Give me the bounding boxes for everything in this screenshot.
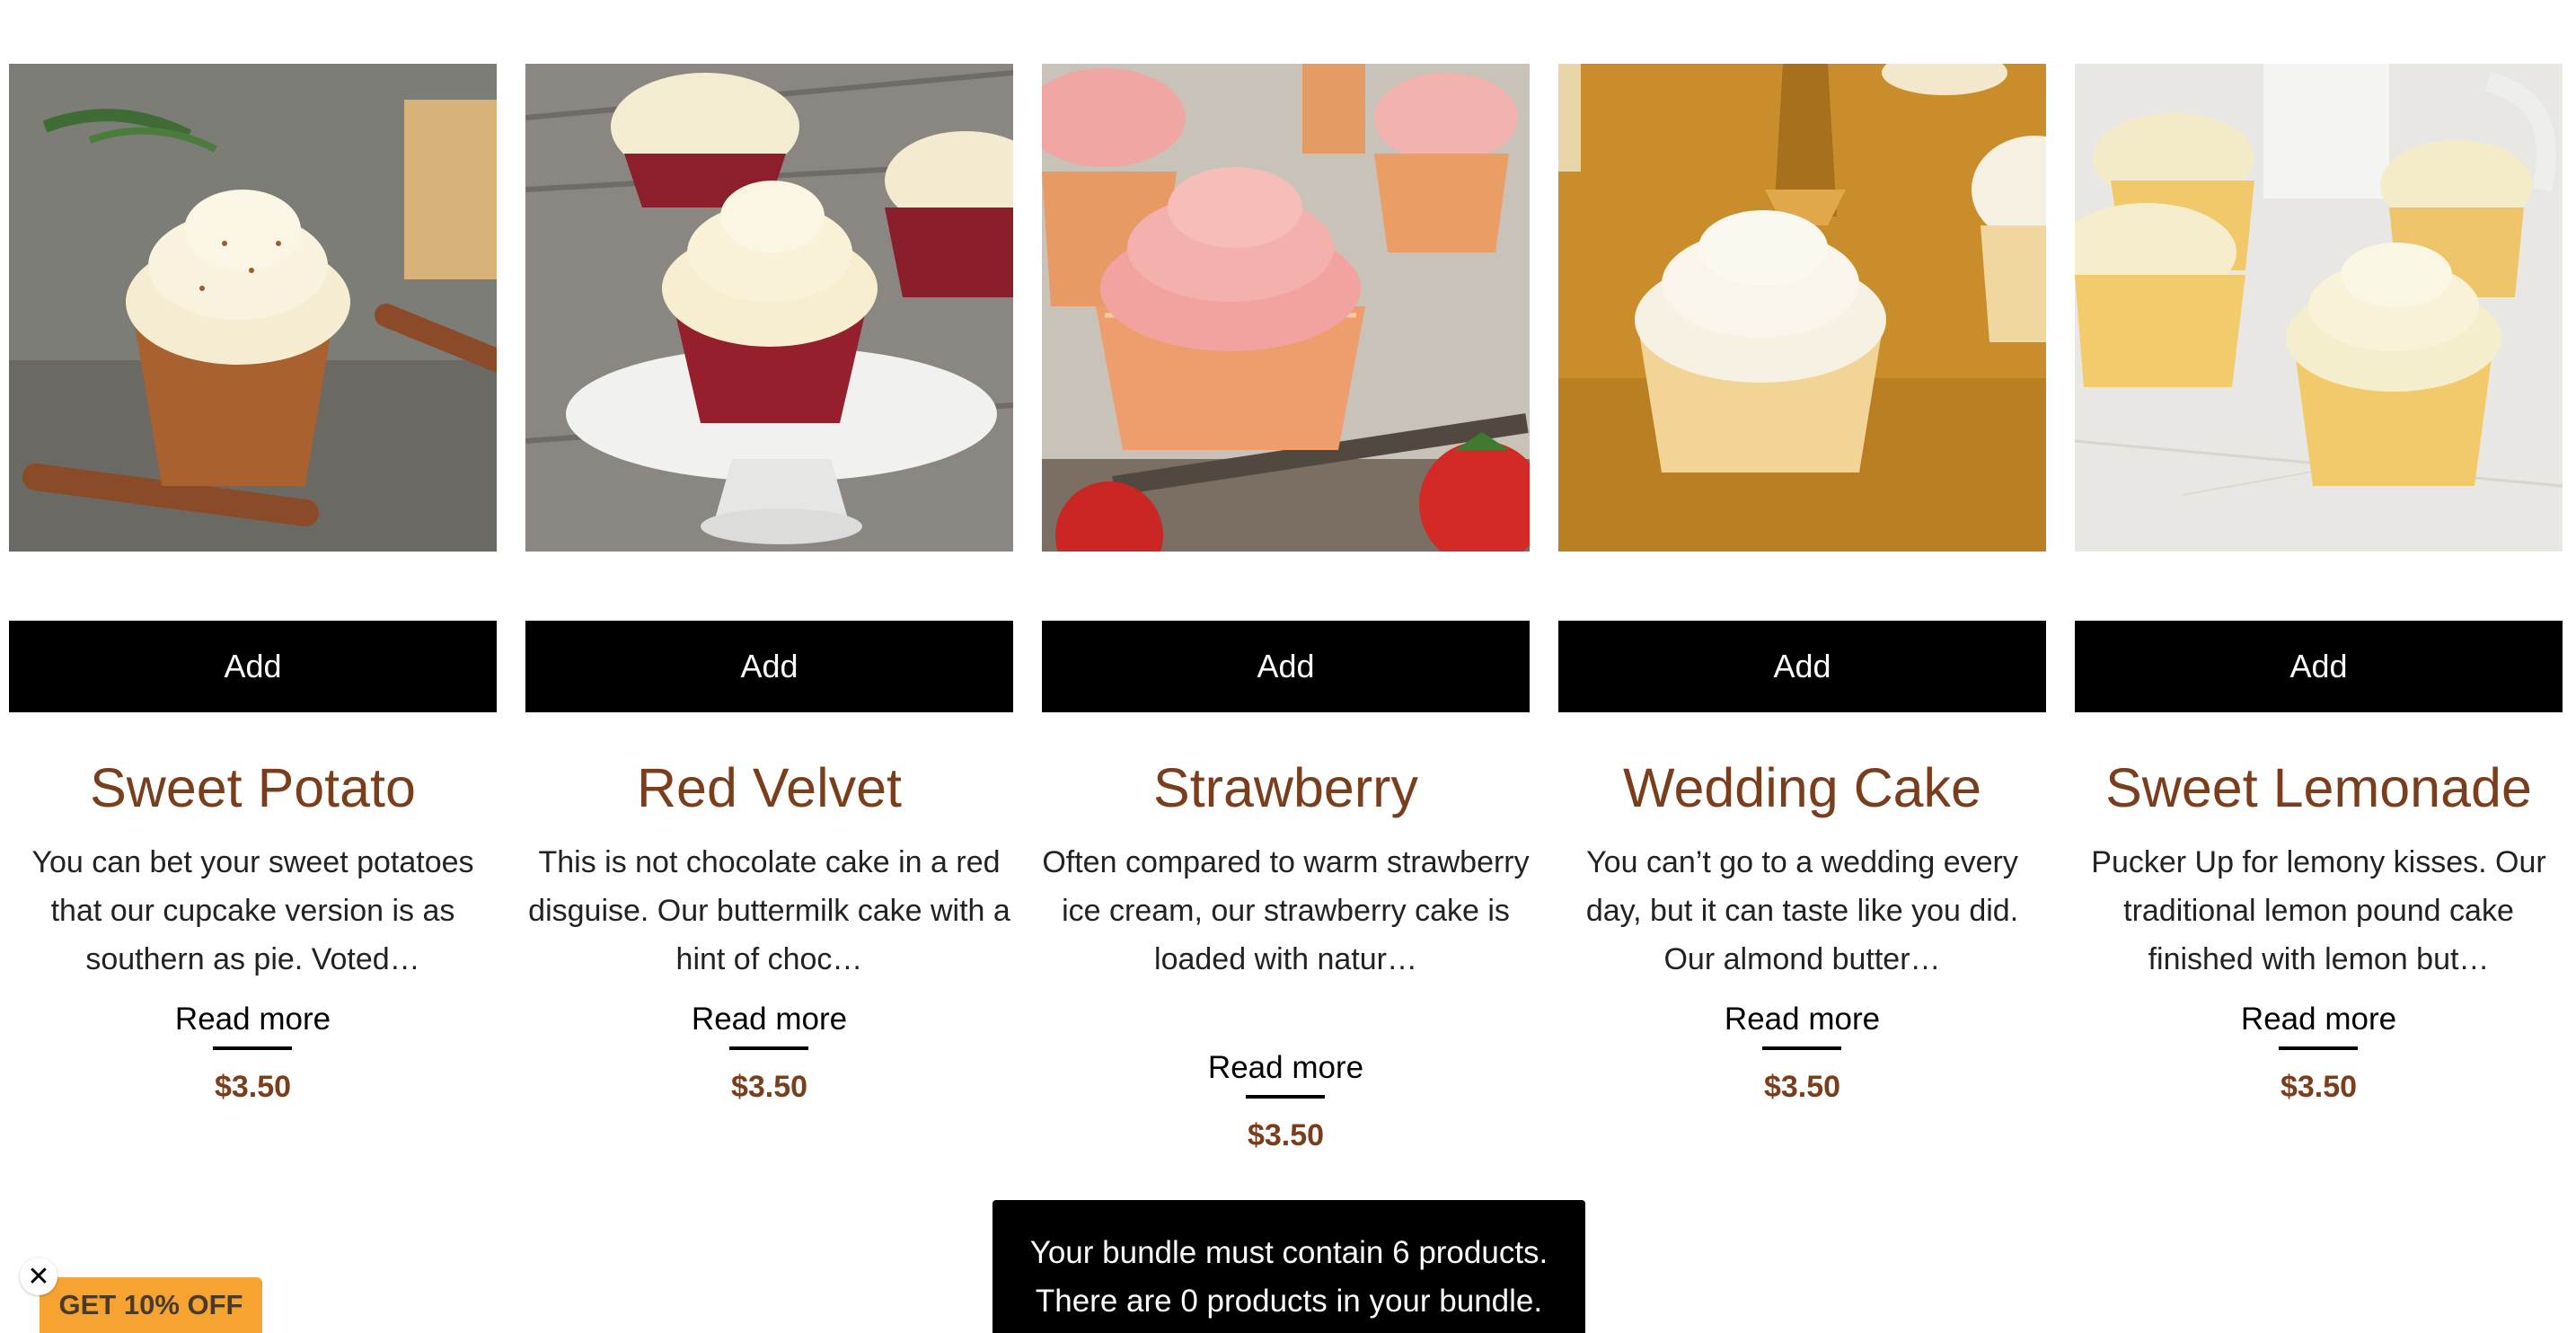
read-more-link[interactable]: Read more: [2241, 1002, 2396, 1050]
product-image[interactable]: [2075, 64, 2563, 552]
read-more-link[interactable]: Read more: [692, 1002, 847, 1050]
product-title[interactable]: Sweet Lemonade: [2066, 755, 2572, 821]
product-title[interactable]: Wedding Cake: [1549, 755, 2055, 821]
product-title[interactable]: Strawberry: [1033, 755, 1539, 821]
product-image[interactable]: [525, 64, 1013, 552]
close-icon[interactable]: ✕: [20, 1258, 57, 1295]
read-more-wrapper: Read more: [1558, 1002, 2046, 1050]
bundle-notice-line: Your bundle must contain 6 products.: [1029, 1235, 1548, 1270]
product-description: You can’t go to a wedding every day, but…: [1585, 845, 2019, 976]
product-price: $3.50: [1247, 1118, 1325, 1152]
product-image[interactable]: [1558, 64, 2046, 552]
product-image[interactable]: [9, 64, 497, 552]
product-price: $3.50: [2280, 1070, 2358, 1104]
product-description: Often compared to warm strawberry ice cr…: [1042, 845, 1530, 976]
read-more-wrapper: Read more: [1042, 1050, 1530, 1099]
product-image[interactable]: [1042, 64, 1530, 552]
read-more-wrapper: Read more: [2075, 1002, 2563, 1050]
bundle-notice-line: There are 0 products in your bundle.: [1035, 1284, 1543, 1319]
product-price: $3.50: [214, 1070, 292, 1104]
add-button[interactable]: Add: [525, 621, 1013, 712]
product-title[interactable]: Red Velvet: [516, 755, 1022, 821]
product-grid: Add Sweet Potato You can bet your sweet …: [9, 64, 2569, 1231]
discount-promo-tab[interactable]: GET 10% OFF: [40, 1277, 262, 1333]
product-price: $3.50: [730, 1070, 808, 1104]
read-more-link[interactable]: Read more: [175, 1002, 331, 1050]
product-description: This is not chocolate cake in a red disg…: [528, 845, 1010, 976]
product-description: Pucker Up for lemony kisses. Our traditi…: [2091, 845, 2546, 976]
add-button[interactable]: Add: [2075, 621, 2563, 712]
product-price: $3.50: [1763, 1070, 1841, 1104]
read-more-wrapper: Read more: [9, 1002, 497, 1050]
add-button[interactable]: Add: [1042, 621, 1530, 712]
read-more-link[interactable]: Read more: [1725, 1002, 1880, 1050]
add-button[interactable]: Add: [1558, 621, 2046, 712]
read-more-wrapper: Read more: [525, 1002, 1013, 1050]
product-title[interactable]: Sweet Potato: [0, 755, 506, 821]
read-more-link[interactable]: Read more: [1208, 1050, 1363, 1099]
product-description: You can bet your sweet potatoes that our…: [31, 845, 474, 976]
add-button[interactable]: Add: [9, 621, 497, 712]
bundle-notice: Your bundle must contain 6 products. The…: [992, 1200, 1585, 1333]
